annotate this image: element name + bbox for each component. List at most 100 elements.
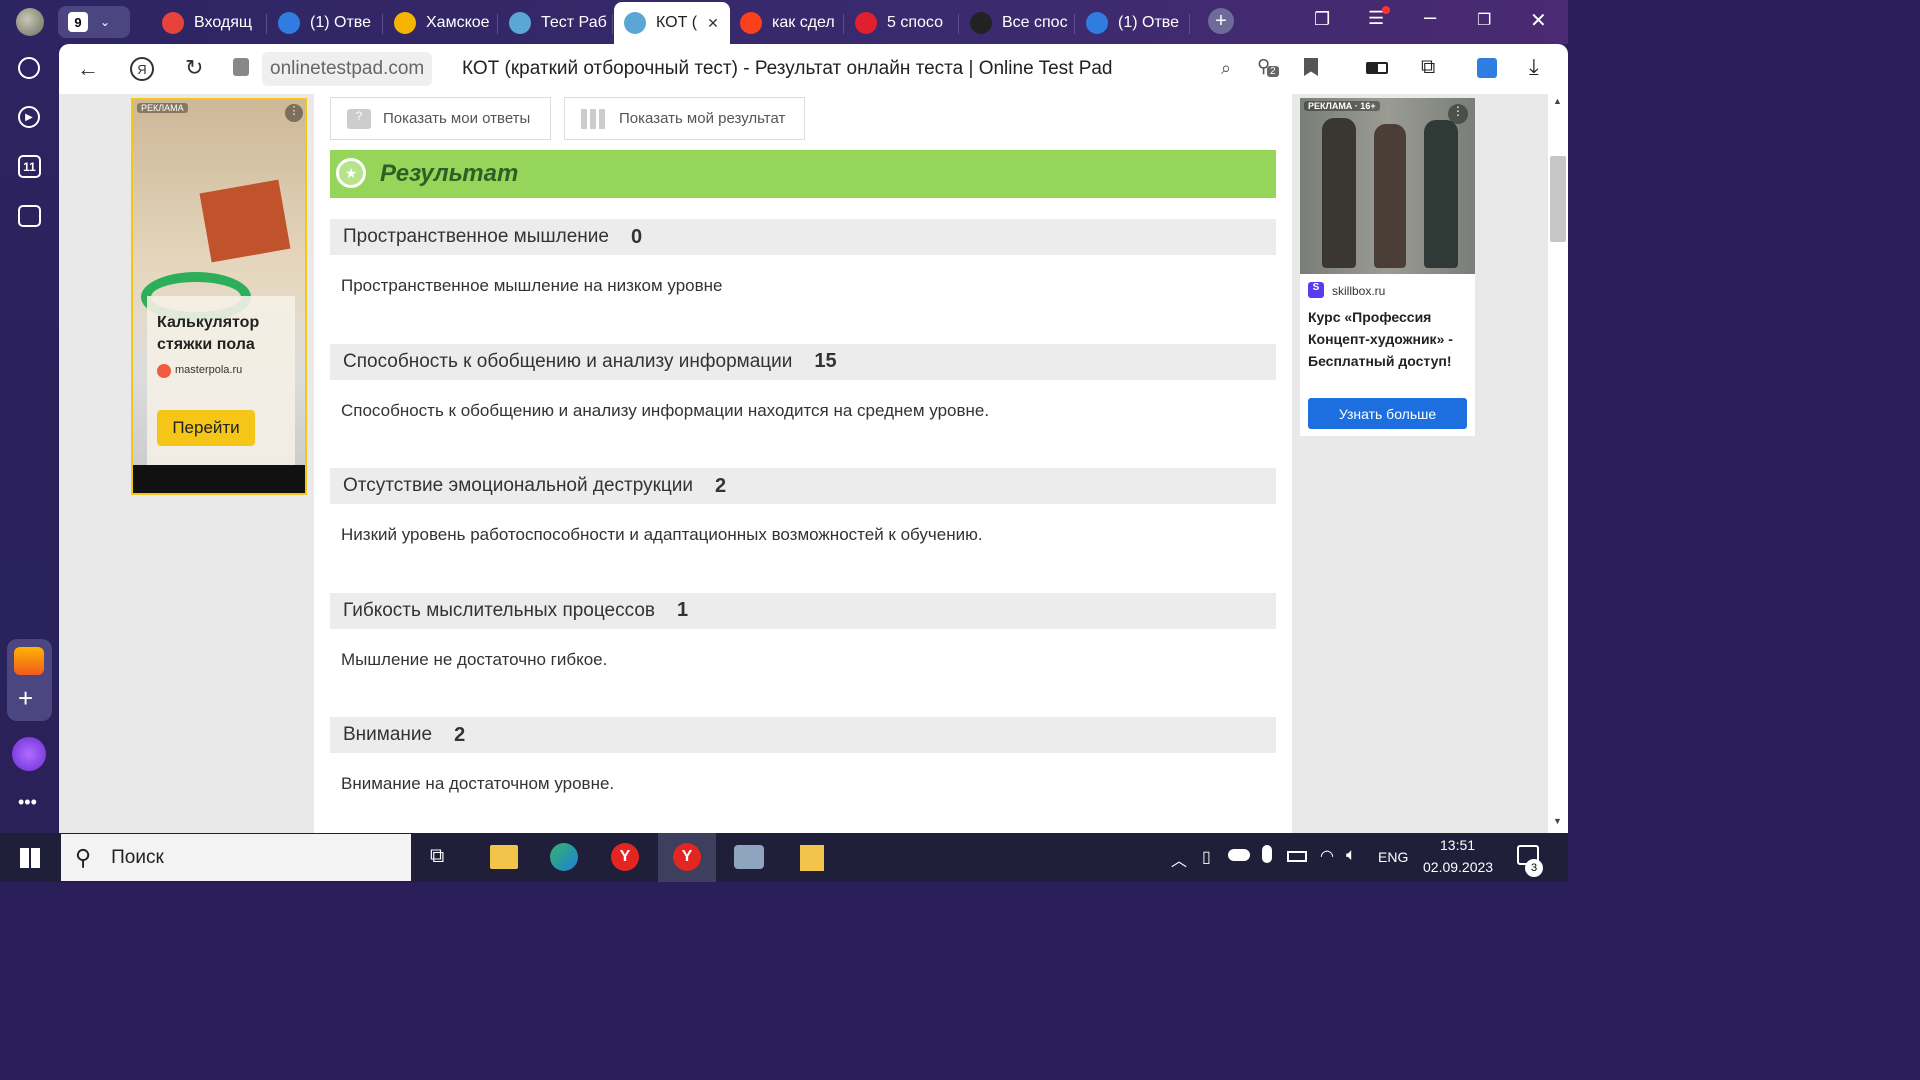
question-icon: ? xyxy=(347,108,371,129)
show-result-button[interactable]: Показать мой результат xyxy=(564,97,805,140)
extensions-icon[interactable]: ⚲ 2 xyxy=(1257,56,1279,77)
tray-app-icon[interactable]: ▯ xyxy=(1202,847,1211,867)
ad-right[interactable]: РЕКЛАМА · 16+ ⋮ S skillbox.ru Курс «Проф… xyxy=(1300,98,1475,436)
yandex-logo-icon[interactable]: Я xyxy=(130,57,154,81)
reload-icon[interactable]: ↻ xyxy=(185,55,203,81)
tab-1[interactable]: (1) Отве xyxy=(268,6,383,40)
history-icon[interactable] xyxy=(18,57,40,79)
clock-date[interactable]: 02.09.2023 xyxy=(1423,859,1493,875)
edge-icon[interactable] xyxy=(550,843,578,871)
section-description: Пространственное мышление на низком уров… xyxy=(341,276,723,295)
download-icon[interactable]: ⤓ xyxy=(1529,54,1539,80)
ad-domain: masterpola.ru xyxy=(175,364,243,376)
volume-icon[interactable]: 🔈︎ xyxy=(1346,845,1356,865)
tab-0[interactable]: Входящ xyxy=(152,6,267,40)
clock-time[interactable]: 13:51 xyxy=(1440,837,1475,853)
pencil-icon xyxy=(394,12,416,34)
tab-8[interactable]: (1) Отве xyxy=(1076,6,1190,40)
onlinetestpad-icon xyxy=(624,12,646,34)
tab-2[interactable]: Хамское xyxy=(384,6,498,40)
bookmark-icon[interactable] xyxy=(1304,58,1318,76)
language-indicator[interactable]: ENG xyxy=(1378,849,1408,865)
explorer-icon[interactable] xyxy=(490,845,518,869)
battery-icon[interactable] xyxy=(1366,62,1388,74)
close-window-icon[interactable]: ✕ xyxy=(1530,8,1547,33)
screenshot-icon[interactable] xyxy=(18,205,41,227)
mail-app-icon[interactable] xyxy=(14,647,44,675)
scroll-down-icon[interactable]: ▼ xyxy=(1553,816,1562,826)
more-icon[interactable]: ••• xyxy=(18,792,37,813)
taskbar: ⚲ Поиск ⧉ Y Y ︿ ▯ ◠ 🔈︎ ENG 13:51 02.09.2… xyxy=(0,833,1568,882)
tab-label: 5 спосо xyxy=(887,14,943,31)
lock-icon[interactable] xyxy=(233,58,249,76)
main-panel: ? Показать мои ответы Показать мой резул… xyxy=(314,94,1292,833)
tab-count-button[interactable]: 9 ⌄ xyxy=(58,6,130,38)
task-view-icon[interactable]: ⧉ xyxy=(430,845,444,868)
ad-go-button[interactable]: Перейти xyxy=(157,410,255,446)
ad-learn-more-button[interactable]: Узнать больше xyxy=(1308,398,1467,429)
page-title[interactable]: КОТ (краткий отборочный тест) - Результа… xyxy=(462,58,1113,80)
profile-avatar[interactable] xyxy=(16,8,44,36)
search-icon: ⚲ xyxy=(75,844,92,870)
restore-icon[interactable]: ❐ xyxy=(1477,10,1491,30)
tab-3[interactable]: Тест Раб xyxy=(499,6,613,40)
taskbar-search[interactable]: ⚲ Поиск xyxy=(61,834,411,881)
menu-icon[interactable]: ☰ xyxy=(1368,6,1390,29)
battery-tray-icon[interactable] xyxy=(1287,851,1307,862)
mic-icon[interactable] xyxy=(1262,845,1272,863)
sync-icon[interactable] xyxy=(1477,58,1497,78)
chevron-down-icon: ⌄ xyxy=(100,15,111,29)
tab-4[interactable]: КОТ ( ✕ xyxy=(614,2,730,44)
show-answers-label: Показать мои ответы xyxy=(383,110,531,127)
wifi-icon[interactable]: ◠ xyxy=(1320,846,1334,866)
ad-left[interactable]: РЕКЛАМА ⋮ Калькулятор стяжки пола master… xyxy=(131,98,307,495)
calendar-icon[interactable]: 11 xyxy=(18,155,41,178)
play-icon[interactable]: ▶ xyxy=(18,106,40,128)
close-tab-icon[interactable]: ✕ xyxy=(707,15,719,32)
section-name: Пространственное мышление xyxy=(343,226,609,247)
files-icon[interactable] xyxy=(800,845,824,871)
ad-card: Калькулятор стяжки пола masterpola.ru Пе… xyxy=(147,296,295,466)
camera-icon[interactable] xyxy=(734,845,764,869)
yandex-browser-active-icon[interactable]: Y xyxy=(658,833,716,882)
onedrive-icon[interactable] xyxy=(1228,849,1250,861)
section-name: Способность к обобщению и анализу информ… xyxy=(343,350,793,372)
section-name: Отсутствие эмоциональной деструкции xyxy=(343,475,694,496)
translate-icon[interactable]: ⌕ xyxy=(1221,58,1231,79)
minimize-icon[interactable]: – xyxy=(1424,4,1436,30)
start-icon[interactable] xyxy=(20,848,40,868)
ad-domain: skillbox.ru xyxy=(1332,284,1386,298)
address-bar: ← Я ↻ onlinetestpad.com КОТ (краткий отб… xyxy=(59,44,1568,94)
tab-strip: 9 ⌄ Входящ (1) Отве Хамское Тест Раб КОТ (✕ к… xyxy=(0,0,1568,44)
collections-icon[interactable]: ❐ xyxy=(1314,9,1330,30)
ad-options-icon[interactable]: ⋮ xyxy=(285,104,303,122)
ad-badge: РЕКЛАМА · 16+ xyxy=(1304,101,1380,111)
tab-label: (1) Отве xyxy=(1118,14,1179,31)
reading-icon[interactable]: ⧉ xyxy=(1421,56,1435,79)
scroll-thumb[interactable] xyxy=(1550,156,1566,242)
notification-count: 3 xyxy=(1525,859,1543,877)
section-score: 1 xyxy=(676,599,689,621)
chart-icon xyxy=(581,108,607,129)
tab-7[interactable]: Все спос xyxy=(960,6,1075,40)
add-app-icon[interactable]: + xyxy=(18,683,33,714)
page-content: РЕКЛАМА ⋮ Калькулятор стяжки пола master… xyxy=(59,94,1548,833)
back-icon[interactable]: ← xyxy=(77,56,99,82)
tab-6[interactable]: 5 спосо xyxy=(845,6,959,40)
tray-chevron-icon[interactable]: ︿ xyxy=(1171,847,1187,871)
sidebar-apps-panel: + xyxy=(7,639,52,721)
new-tab-button[interactable]: + xyxy=(1208,8,1234,34)
scroll-up-icon[interactable]: ▲ xyxy=(1553,96,1562,106)
show-answers-button[interactable]: ? Показать мои ответы xyxy=(330,97,551,140)
section-header: Гибкость мыслительных процессов 1 xyxy=(330,592,1276,629)
tab-5[interactable]: как сдел xyxy=(730,6,844,40)
section-description: Низкий уровень работоспособности и адапт… xyxy=(341,525,983,544)
yandex-browser-icon[interactable]: Y xyxy=(611,843,639,871)
url-domain[interactable]: onlinetestpad.com xyxy=(262,52,433,86)
section-name: Гибкость мыслительных процессов xyxy=(343,599,655,621)
ad-options-icon[interactable]: ⋮ xyxy=(1448,104,1468,124)
alice-icon[interactable] xyxy=(12,737,46,771)
scrollbar[interactable]: ▲ ▼ xyxy=(1548,94,1568,833)
skillbox-icon: S xyxy=(1308,282,1324,298)
tab-label: КОТ ( xyxy=(656,14,698,31)
